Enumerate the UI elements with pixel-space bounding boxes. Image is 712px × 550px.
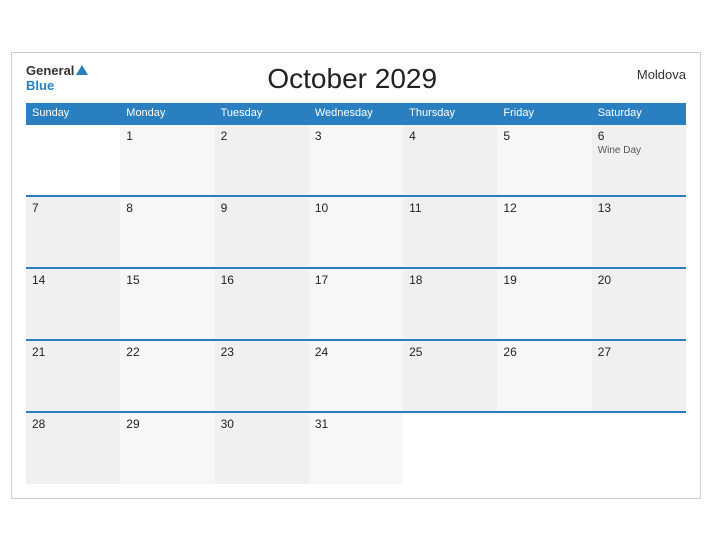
day-cell: 7 [26, 196, 120, 268]
day-number: 8 [126, 201, 208, 215]
weekday-header-wednesday: Wednesday [309, 103, 403, 124]
day-number: 21 [32, 345, 114, 359]
day-cell: 19 [497, 268, 591, 340]
day-number: 18 [409, 273, 491, 287]
day-number: 7 [32, 201, 114, 215]
day-cell [403, 412, 497, 484]
day-number: 22 [126, 345, 208, 359]
weekday-header-thursday: Thursday [403, 103, 497, 124]
calendar-grid: SundayMondayTuesdayWednesdayThursdayFrid… [26, 103, 686, 484]
day-cell: 14 [26, 268, 120, 340]
day-cell: 4 [403, 124, 497, 196]
logo: General Blue [26, 63, 88, 94]
day-number: 5 [503, 129, 585, 143]
day-cell: 17 [309, 268, 403, 340]
day-number: 27 [598, 345, 680, 359]
day-cell: 26 [497, 340, 591, 412]
day-cell: 16 [215, 268, 309, 340]
day-cell: 2 [215, 124, 309, 196]
week-row-3: 21 22 23 24 25 26 27 [26, 340, 686, 412]
logo-triangle-icon [76, 65, 88, 75]
day-cell: 5 [497, 124, 591, 196]
day-number: 6 [598, 129, 680, 143]
day-cell: 6 Wine Day [592, 124, 686, 196]
day-cell: 22 [120, 340, 214, 412]
day-number: 17 [315, 273, 397, 287]
week-row-0: 123456 Wine Day [26, 124, 686, 196]
weekday-header-monday: Monday [120, 103, 214, 124]
day-number: 10 [315, 201, 397, 215]
day-number: 31 [315, 417, 397, 431]
day-cell: 31 [309, 412, 403, 484]
day-number: 23 [221, 345, 303, 359]
day-number: 30 [221, 417, 303, 431]
day-number: 4 [409, 129, 491, 143]
weekday-header-row: SundayMondayTuesdayWednesdayThursdayFrid… [26, 103, 686, 124]
day-cell: 25 [403, 340, 497, 412]
day-number: 1 [126, 129, 208, 143]
day-cell: 20 [592, 268, 686, 340]
day-number: 9 [221, 201, 303, 215]
calendar-title: October 2029 [88, 63, 616, 95]
day-cell: 21 [26, 340, 120, 412]
week-row-1: 789 10 11 12 13 [26, 196, 686, 268]
day-cell: 13 [592, 196, 686, 268]
day-number: 15 [126, 273, 208, 287]
day-cell [497, 412, 591, 484]
day-number: 11 [409, 201, 491, 215]
day-cell [26, 124, 120, 196]
calendar-wrapper: General Blue October 2029 Moldova Sunday… [11, 52, 701, 499]
day-number: 29 [126, 417, 208, 431]
day-number: 25 [409, 345, 491, 359]
day-cell: 10 [309, 196, 403, 268]
weekday-header-sunday: Sunday [26, 103, 120, 124]
day-cell: 24 [309, 340, 403, 412]
day-cell: 11 [403, 196, 497, 268]
day-number: 24 [315, 345, 397, 359]
day-cell: 3 [309, 124, 403, 196]
day-number: 13 [598, 201, 680, 215]
day-cell: 1 [120, 124, 214, 196]
day-number: 3 [315, 129, 397, 143]
day-cell: 18 [403, 268, 497, 340]
country-label: Moldova [616, 63, 686, 82]
day-cell [592, 412, 686, 484]
day-cell: 28 [26, 412, 120, 484]
holiday-label: Wine Day [598, 145, 680, 156]
day-cell: 29 [120, 412, 214, 484]
day-cell: 27 [592, 340, 686, 412]
day-number: 20 [598, 273, 680, 287]
day-number: 28 [32, 417, 114, 431]
day-cell: 12 [497, 196, 591, 268]
day-cell: 9 [215, 196, 309, 268]
day-cell: 8 [120, 196, 214, 268]
week-row-4: 28 29 30 31 [26, 412, 686, 484]
day-cell: 30 [215, 412, 309, 484]
weekday-header-saturday: Saturday [592, 103, 686, 124]
logo-blue-text: Blue [26, 78, 54, 94]
day-number: 26 [503, 345, 585, 359]
logo-general-text: General [26, 63, 74, 79]
weekday-header-tuesday: Tuesday [215, 103, 309, 124]
day-number: 2 [221, 129, 303, 143]
day-number: 19 [503, 273, 585, 287]
calendar-header: General Blue October 2029 Moldova [26, 63, 686, 95]
day-number: 16 [221, 273, 303, 287]
week-row-2: 14 15 16 17 18 19 20 [26, 268, 686, 340]
day-cell: 15 [120, 268, 214, 340]
weekday-header-friday: Friday [497, 103, 591, 124]
day-number: 12 [503, 201, 585, 215]
day-cell: 23 [215, 340, 309, 412]
day-number: 14 [32, 273, 114, 287]
